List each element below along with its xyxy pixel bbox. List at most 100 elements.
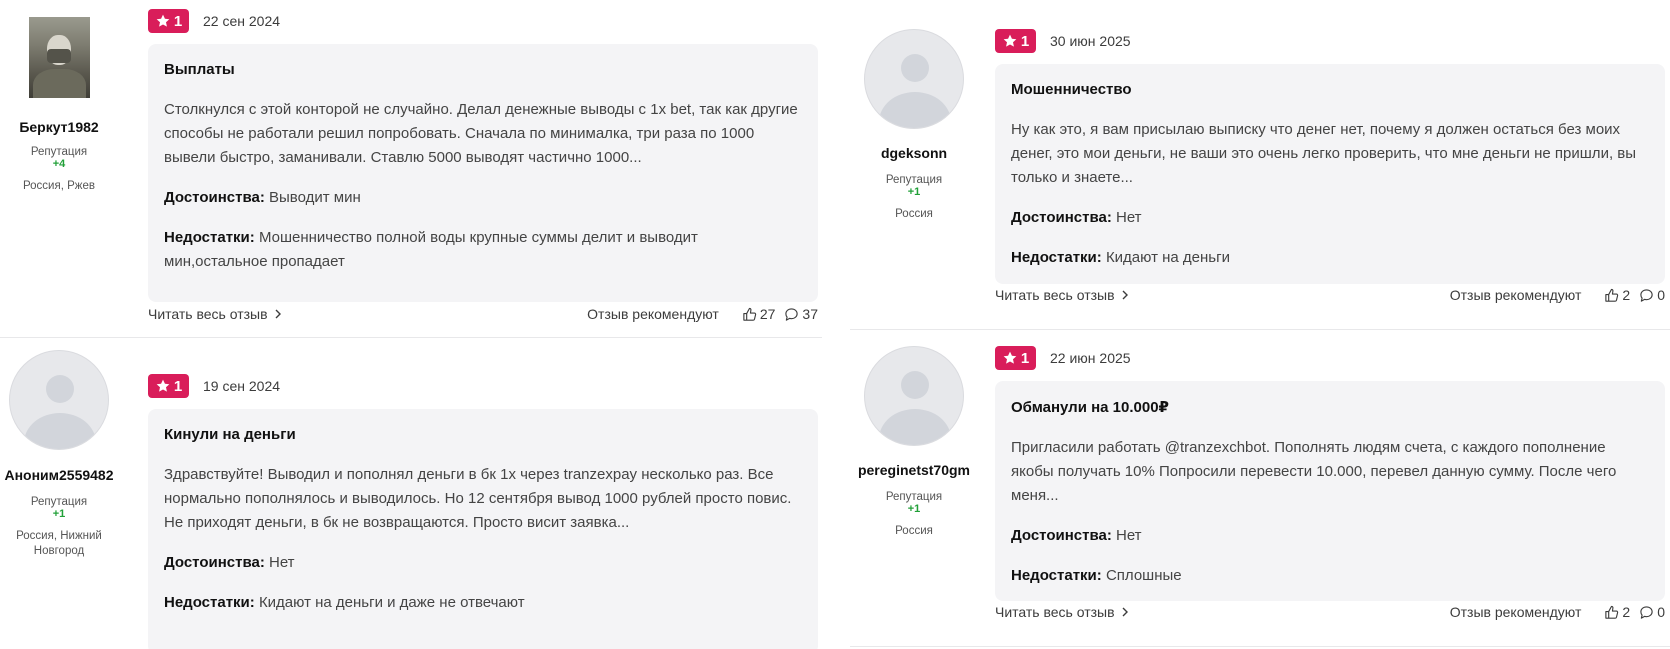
rating-value: 1 <box>1020 32 1030 50</box>
read-more-label: Читать весь отзыв <box>995 287 1115 303</box>
star-icon <box>156 379 170 392</box>
read-more-link[interactable]: Читать весь отзыв <box>148 306 282 322</box>
review-date: 22 сен 2024 <box>203 13 281 29</box>
comment-count: 0 <box>1657 604 1665 620</box>
cons-label: Недостатки: <box>164 594 255 611</box>
reviews-column-right: dgeksonn Репутация +1 Россия 1 30 июн 20… <box>835 0 1670 649</box>
pros-label: Достоинства: <box>164 189 265 206</box>
reputation-label: Репутация <box>30 496 88 508</box>
review-author: Аноним2559482 Репутация +1 Россия, Нижни… <box>0 350 118 559</box>
comments-button[interactable]: 0 <box>1639 604 1665 620</box>
pros-text: Нет <box>269 554 295 571</box>
reputation-value: +4 <box>52 158 66 170</box>
cons-label: Недостатки: <box>1011 567 1102 584</box>
read-more-link[interactable]: Читать весь отзыв <box>995 604 1129 620</box>
chevron-right-icon <box>1122 290 1128 300</box>
review-text: Ну как это, я вам присылаю выписку что д… <box>1011 121 1637 186</box>
review-cons: Недостатки: Мошенничество полной воды кр… <box>164 226 802 274</box>
review-date: 30 июн 2025 <box>1050 33 1131 49</box>
review-title[interactable]: Выплаты <box>164 61 802 78</box>
review-date: 22 июн 2025 <box>1050 350 1131 366</box>
review-author: dgeksonn Репутация +1 Россия <box>855 29 973 222</box>
chevron-right-icon <box>1122 607 1128 617</box>
review-author: Беркут1982 Репутация +4 Россия, Ржев <box>0 17 118 194</box>
read-more-label: Читать весь отзыв <box>995 604 1115 620</box>
comment-icon <box>1640 288 1653 302</box>
review-footer: Читать весь отзыв Отзыв рекомендуют 2 0 <box>995 602 1665 622</box>
review-footer: Читать весь отзыв Отзыв рекомендуют 2 0 <box>995 285 1665 305</box>
comment-icon <box>1640 605 1653 619</box>
review-bubble: Кинули на деньги Здравствуйте! Выводил и… <box>148 409 818 649</box>
like-button[interactable]: 27 <box>742 306 776 322</box>
review-pros: Достоинства: Нет <box>1011 206 1649 230</box>
author-name[interactable]: Беркут1982 <box>0 119 118 135</box>
review-bubble: Выплаты Столкнулся с этой конторой не сл… <box>148 44 818 302</box>
review-content: 1 22 июн 2025 Обманули на 10.000₽ Пригла… <box>995 346 1665 620</box>
cons-text: Сплошные <box>1105 567 1182 584</box>
review-text: Здравствуйте! Выводил и пополнял деньги … <box>164 466 792 531</box>
thumbs-up-icon <box>1605 288 1619 302</box>
review-text: Пригласили работать @tranzexchbot. Попол… <box>1011 439 1617 504</box>
rating-value: 1 <box>1020 349 1030 367</box>
author-location: Россия <box>895 208 933 220</box>
comment-icon <box>785 307 799 321</box>
recommend-label: Отзыв рекомендуют <box>1449 287 1582 303</box>
author-location: Россия <box>895 525 933 537</box>
review-header: 1 19 сен 2024 <box>148 374 818 398</box>
like-button[interactable]: 2 <box>1604 287 1630 303</box>
review-pros: Достоинства: Выводит мин <box>164 186 802 210</box>
author-location: Россия, Нижний Новгород <box>16 530 102 557</box>
chevron-right-icon <box>275 309 281 319</box>
like-count: 2 <box>1622 287 1631 303</box>
review-header: 1 30 июн 2025 <box>995 29 1665 53</box>
rating-badge: 1 <box>995 346 1036 370</box>
review-title[interactable]: Кинули на деньги <box>164 426 802 443</box>
like-count: 27 <box>759 306 776 322</box>
review-content: 1 30 июн 2025 Мошенничество Ну как это, … <box>995 29 1665 303</box>
review-bubble: Обманули на 10.000₽ Пригласили работать … <box>995 381 1665 601</box>
reputation-value: +1 <box>907 503 921 515</box>
like-count: 2 <box>1622 604 1631 620</box>
review-cons: Недостатки: Сплошные <box>1011 564 1649 588</box>
review-date: 19 сен 2024 <box>203 378 281 394</box>
cons-text: Кидают на деньги и даже не отвечают <box>258 594 525 611</box>
comment-count: 37 <box>802 306 818 322</box>
avatar[interactable] <box>28 17 90 98</box>
review-title[interactable]: Обманули на 10.000₽ <box>1011 398 1649 416</box>
avatar[interactable] <box>864 29 964 129</box>
thumbs-up-icon <box>1605 605 1619 619</box>
review-title[interactable]: Мошенничество <box>1011 81 1649 98</box>
comment-count: 0 <box>1657 287 1665 303</box>
reputation-label: Репутация <box>30 146 88 158</box>
review-separator <box>850 646 1670 647</box>
star-icon <box>1003 34 1017 47</box>
review-cons: Недостатки: Кидают на деньги <box>1011 246 1649 270</box>
review-content: 1 22 сен 2024 Выплаты Столкнулся с этой … <box>148 9 818 322</box>
rating-badge: 1 <box>995 29 1036 53</box>
review-content: 1 19 сен 2024 Кинули на деньги Здравству… <box>148 374 818 649</box>
avatar[interactable] <box>9 350 109 450</box>
read-more-link[interactable]: Читать весь отзыв <box>995 287 1129 303</box>
pros-text: Нет <box>1116 209 1142 226</box>
avatar[interactable] <box>864 346 964 446</box>
reviews-column-left: Беркут1982 Репутация +4 Россия, Ржев 1 2… <box>0 0 835 649</box>
author-name[interactable]: pereginetst70gm <box>855 462 973 478</box>
comments-button[interactable]: 0 <box>1639 287 1665 303</box>
review-card: dgeksonn Репутация +1 Россия 1 30 июн 20… <box>835 0 1670 329</box>
cons-text: Кидают на деньги <box>1105 249 1230 266</box>
review-pros: Достоинства: Нет <box>1011 524 1649 548</box>
review-card: pereginetst70gm Репутация +1 Россия 1 22… <box>835 330 1670 649</box>
recommend-label: Отзыв рекомендуют <box>587 306 719 322</box>
author-name[interactable]: Аноним2559482 <box>0 467 118 483</box>
review-header: 1 22 июн 2025 <box>995 346 1665 370</box>
like-button[interactable]: 2 <box>1604 604 1630 620</box>
pros-label: Достоинства: <box>164 554 265 571</box>
review-pros: Достоинства: Нет <box>164 551 802 575</box>
comments-button[interactable]: 37 <box>784 306 818 322</box>
review-footer: Читать весь отзыв Отзыв рекомендуют 27 3… <box>148 304 818 324</box>
review-header: 1 22 сен 2024 <box>148 9 818 33</box>
cons-label: Недостатки: <box>164 229 255 246</box>
rating-value: 1 <box>173 12 183 30</box>
reputation-value: +1 <box>907 186 921 198</box>
author-name[interactable]: dgeksonn <box>855 145 973 161</box>
